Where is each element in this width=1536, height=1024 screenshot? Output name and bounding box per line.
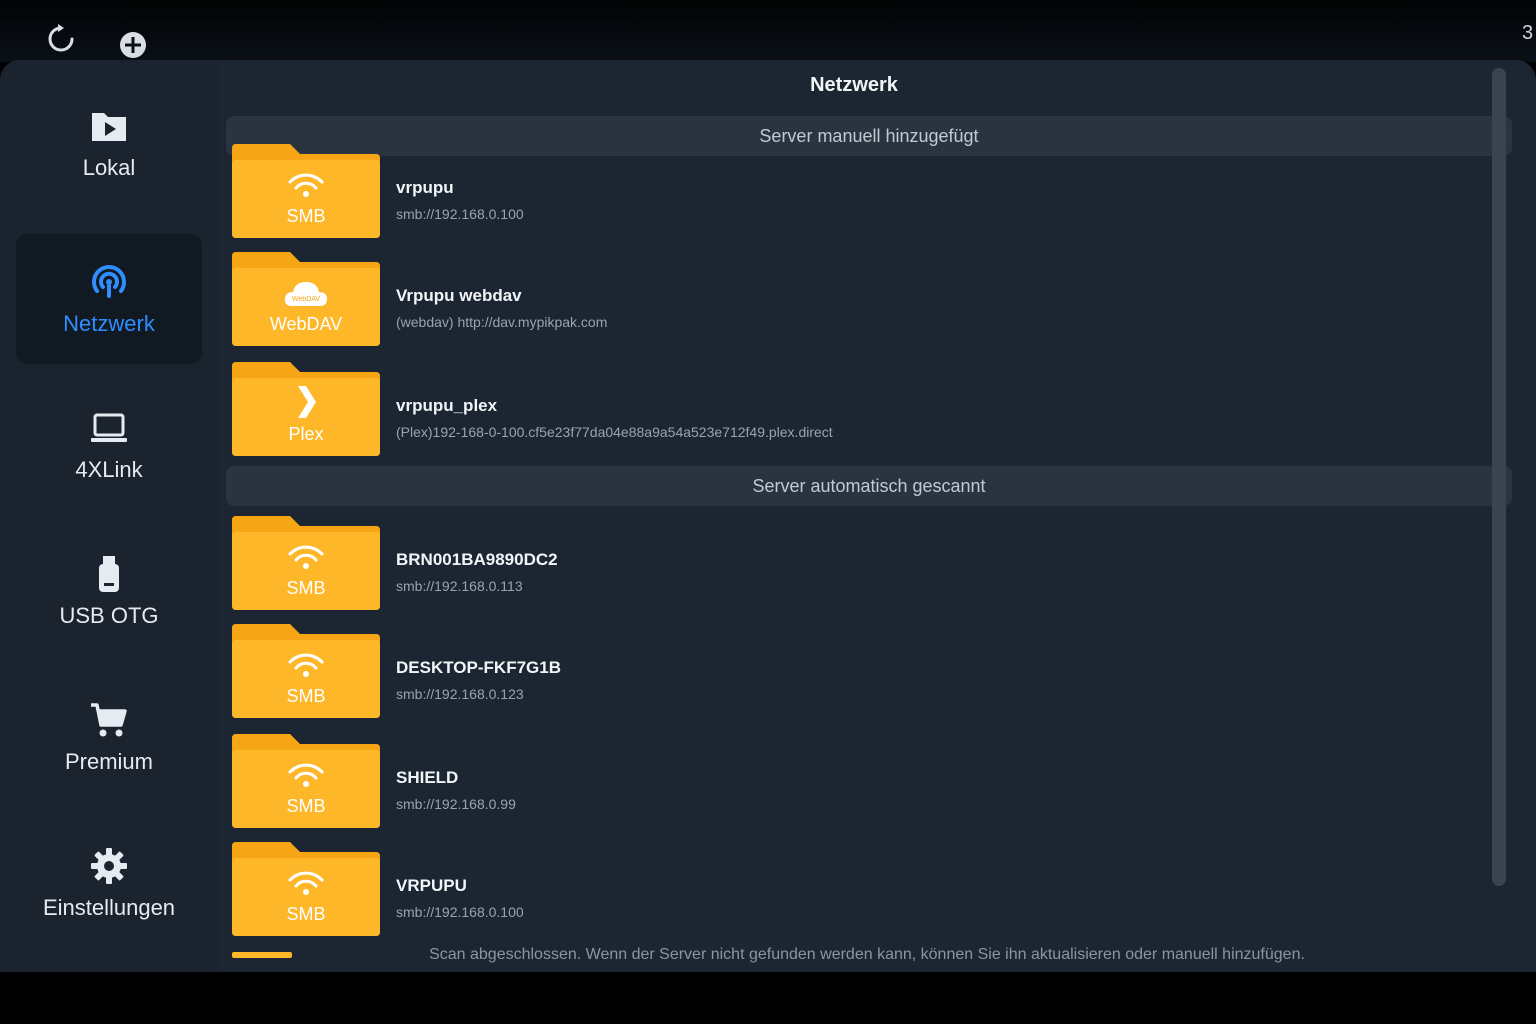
app-window: Lokal Netzwerk 4XLink USB OTG Premium Ei… <box>0 60 1536 972</box>
server-name: VRPUPU <box>396 876 467 895</box>
server-address: (Plex)192-168-0-100.cf5e23f77da04e88a9a5… <box>396 424 833 440</box>
folder-type-label: SMB <box>286 796 325 816</box>
cart-icon <box>91 703 127 737</box>
sidebar-item-label: Netzwerk <box>63 311 155 336</box>
sidebar-item-label: Lokal <box>82 155 136 180</box>
page-title: Netzwerk <box>810 74 898 96</box>
sidebar-item-einstellungen[interactable]: Einstellungen <box>16 818 202 948</box>
sidebar-item-label: Einstellungen <box>42 895 176 920</box>
section-header-scanned: Server automatisch gescannt <box>226 466 1512 506</box>
clock: 3 <box>1522 22 1534 44</box>
cloud-text: WebDAV <box>292 296 320 303</box>
sidebar-item-label: 4XLink <box>75 457 143 482</box>
folder-type-label: WebDAV <box>270 314 342 334</box>
server-item[interactable]: SMB SHIELD smb://192.168.0.99 <box>232 734 1512 834</box>
server-name: Vrpupu webdav <box>396 286 522 305</box>
folder-type-label: SMB <box>286 206 325 226</box>
smb-folder-icon: SMB <box>232 144 380 240</box>
sidebar-item-4xlink[interactable]: 4XLink <box>16 380 202 510</box>
smb-folder-icon: SMB <box>232 842 380 938</box>
network-signal-icon <box>92 265 126 298</box>
server-item[interactable]: WebDAV WebDAV Vrpupu webdav (webdav) htt… <box>232 252 1512 352</box>
play-folder-icon <box>92 113 126 141</box>
server-item[interactable]: SMB BRN001BA9890DC2 smb://192.168.0.113 <box>232 516 1512 616</box>
server-address: smb://192.168.0.113 <box>396 578 523 594</box>
smb-folder-icon: SMB <box>232 734 380 830</box>
sidebar-item-netzwerk[interactable]: Netzwerk <box>16 234 202 364</box>
folder-type-label: SMB <box>286 578 325 598</box>
usb-drive-icon <box>99 556 119 592</box>
server-name: DESKTOP-FKF7G1B <box>396 658 561 677</box>
folder-type-label: Plex <box>288 424 323 444</box>
sidebar: Lokal Netzwerk 4XLink USB OTG Premium Ei… <box>0 60 218 972</box>
server-address: smb://192.168.0.99 <box>396 796 516 812</box>
server-item[interactable]: SMB DESKTOP-FKF7G1B smb://192.168.0.123 <box>232 624 1512 724</box>
server-address: smb://192.168.0.123 <box>396 686 524 702</box>
smb-folder-icon: SMB <box>232 624 380 720</box>
folder-type-label: SMB <box>286 904 325 924</box>
sidebar-item-premium[interactable]: Premium <box>16 672 202 802</box>
server-address: smb://192.168.0.100 <box>396 904 524 920</box>
sidebar-item-lokal[interactable]: Lokal <box>16 78 202 208</box>
laptop-icon <box>91 413 127 442</box>
folder-type-label: SMB <box>286 686 325 706</box>
server-item[interactable]: SMB vrpupu smb://192.168.0.100 <box>232 144 1512 244</box>
scrollbar[interactable] <box>1492 68 1506 886</box>
server-item[interactable]: SMB VRPUPU smb://192.168.0.100 <box>232 842 1512 942</box>
top-toolbar: 3 <box>0 0 1536 62</box>
sidebar-item-label: Premium <box>64 749 153 774</box>
server-name: SHIELD <box>396 768 459 787</box>
server-address: smb://192.168.0.100 <box>396 206 524 222</box>
webdav-folder-icon: WebDAV WebDAV <box>232 252 380 348</box>
scan-status-text: Scan abgeschlossen. Wenn der Server nich… <box>429 946 1305 963</box>
server-name: BRN001BA9890DC2 <box>396 550 558 569</box>
server-name: vrpupu_plex <box>396 396 498 415</box>
main-panel: Netzwerk Server manuell hinzugefügt SMB … <box>222 60 1512 972</box>
smb-folder-icon: SMB <box>232 516 380 612</box>
sidebar-item-label: USB OTG <box>59 603 159 628</box>
gear-icon <box>91 848 127 884</box>
sidebar-item-usb-otg[interactable]: USB OTG <box>16 526 202 656</box>
server-address: (webdav) http://dav.mypikpak.com <box>396 314 608 330</box>
refresh-icon[interactable] <box>44 22 78 56</box>
server-item[interactable]: Plex vrpupu_plex (Plex)192-168-0-100.cf5… <box>232 362 1512 462</box>
server-name: vrpupu <box>396 178 454 197</box>
plex-folder-icon: Plex <box>232 362 380 458</box>
add-circle-icon[interactable] <box>116 28 150 62</box>
